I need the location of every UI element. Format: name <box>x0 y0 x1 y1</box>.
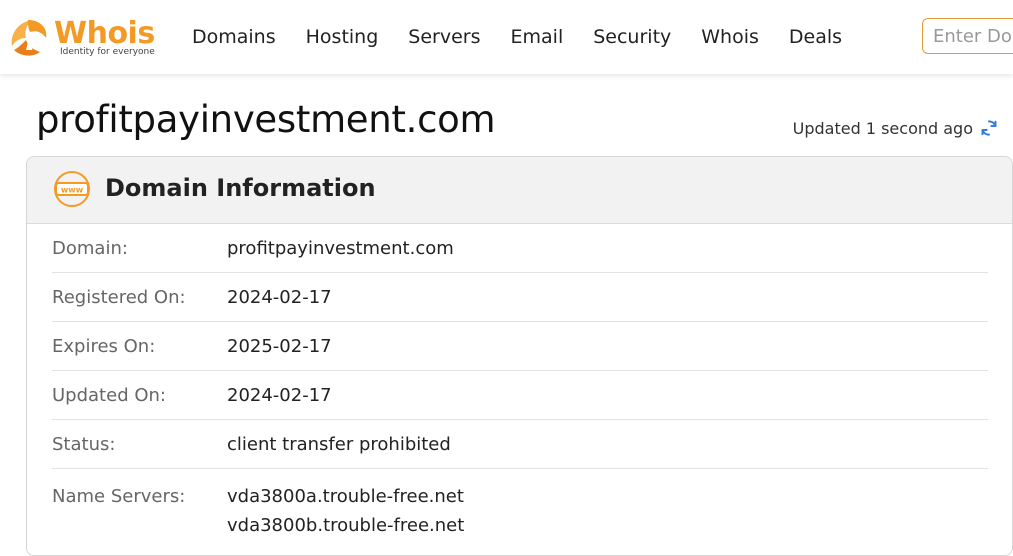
domain-info-card: www Domain Information Domain: profitpay… <box>26 156 1013 556</box>
page-title: profitpayinvestment.com <box>36 98 496 141</box>
info-row-expires: Expires On: 2025-02-17 <box>52 322 988 371</box>
domain-info-table: Domain: profitpayinvestment.com Register… <box>52 224 988 540</box>
info-row-domain: Domain: profitpayinvestment.com <box>52 224 988 273</box>
row-label: Expires On: <box>52 335 156 357</box>
refresh-icon[interactable] <box>979 118 999 138</box>
brand-tagline: Identity for everyone <box>60 47 155 57</box>
row-label: Domain: <box>52 237 128 259</box>
updated-text: Updated 1 second ago <box>792 118 973 138</box>
row-value: 2024-02-17 <box>227 286 332 308</box>
nav-item-hosting[interactable]: Hosting <box>306 26 379 48</box>
logo-mark-icon <box>11 20 47 56</box>
nav-item-security[interactable]: Security <box>593 26 671 48</box>
row-label: Registered On: <box>52 286 186 308</box>
updated-status: Updated 1 second ago <box>793 118 999 138</box>
nav-item-deals[interactable]: Deals <box>789 26 842 48</box>
nav-item-whois[interactable]: Whois <box>701 26 759 48</box>
domain-info-title: Domain Information <box>105 174 376 202</box>
svg-text:www: www <box>61 186 84 195</box>
row-label: Name Servers: <box>52 486 186 507</box>
nav-item-domains[interactable]: Domains <box>192 26 276 48</box>
domain-info-header: www Domain Information <box>27 157 1012 224</box>
nav-item-email[interactable]: Email <box>511 26 564 48</box>
row-value: profitpayinvestment.com <box>227 237 454 259</box>
name-server-list: vda3800a.trouble-free.net vda3800b.troub… <box>227 482 464 540</box>
row-label: Updated On: <box>52 384 166 406</box>
name-server: vda3800a.trouble-free.net <box>227 486 464 507</box>
nav-item-servers[interactable]: Servers <box>408 26 480 48</box>
info-row-registered: Registered On: 2024-02-17 <box>52 273 988 322</box>
main-nav: Domains Hosting Servers Email Security W… <box>192 0 872 74</box>
row-value: client transfer prohibited <box>227 433 451 455</box>
www-icon: www <box>54 171 90 207</box>
info-row-updated: Updated On: 2024-02-17 <box>52 371 988 420</box>
row-value: 2024-02-17 <box>227 384 332 406</box>
row-value: 2025-02-17 <box>227 335 332 357</box>
info-row-status: Status: client transfer prohibited <box>52 420 988 469</box>
row-label: Status: <box>52 433 116 455</box>
site-header: Whois Identity for everyone Domains Host… <box>0 0 1013 74</box>
info-row-name-servers: Name Servers: vda3800a.trouble-free.net … <box>52 469 988 540</box>
search-input[interactable] <box>922 18 1013 54</box>
whois-logo[interactable]: Whois Identity for everyone <box>6 14 166 62</box>
name-server: vda3800b.trouble-free.net <box>227 515 465 536</box>
